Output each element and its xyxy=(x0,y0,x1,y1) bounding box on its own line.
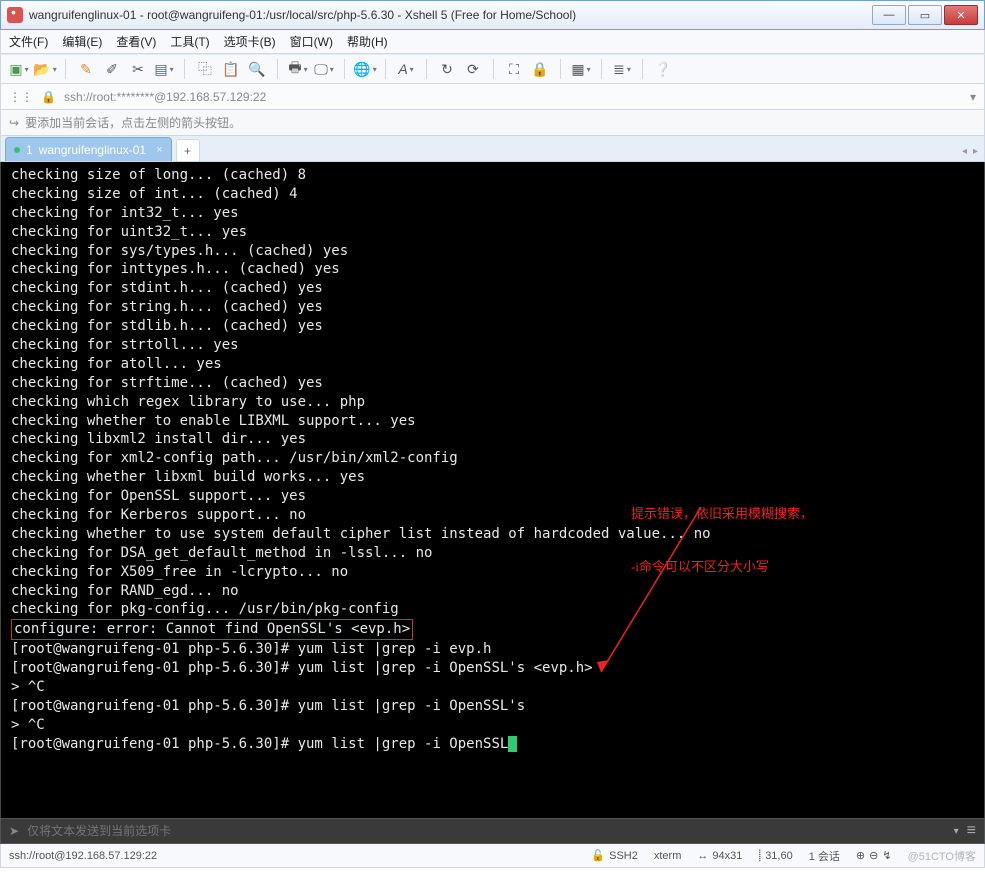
lock-icon: 🔒 xyxy=(41,90,56,104)
tab-next-icon[interactable]: ▸ xyxy=(973,146,978,157)
book-icon[interactable]: ▤ xyxy=(154,59,174,79)
separator xyxy=(65,59,66,79)
send-input[interactable] xyxy=(27,824,946,838)
tip-bar: ↪ 要添加当前会话，点击左侧的箭头按钮。 xyxy=(0,110,985,136)
dropdown-icon[interactable]: ▾ xyxy=(970,90,976,104)
status-size: 94x31 xyxy=(712,850,742,862)
annotation: 提示错误，依旧采用模糊搜索， -i命令可以不区分大小写 xyxy=(631,470,813,610)
lock-icon[interactable]: 🔒 xyxy=(530,59,550,79)
open-icon[interactable]: 📂 xyxy=(35,59,55,79)
break-2: > ^C xyxy=(11,717,45,733)
minimize-button[interactable]: — xyxy=(872,5,906,25)
window-titlebar: wangruifenglinux-01 - root@wangruifeng-0… xyxy=(0,0,985,30)
terminal-output[interactable]: checking size of long... (cached) 8 chec… xyxy=(0,162,985,818)
separator xyxy=(560,59,561,79)
tab-label: wangruifenglinux-01 xyxy=(39,143,146,157)
send-arrow-icon[interactable]: ➤ xyxy=(9,824,19,838)
brush-icon[interactable]: ✐ xyxy=(102,59,122,79)
separator xyxy=(642,59,643,79)
address-dots-icon[interactable]: ⋮⋮ xyxy=(9,90,33,104)
fullscreen-icon[interactable]: ⛶ xyxy=(504,59,524,79)
screen-icon[interactable]: 🖵 xyxy=(314,59,334,79)
status-pos: 31,60 xyxy=(765,850,793,862)
separator xyxy=(385,59,386,79)
grip-icon: ↯ xyxy=(882,849,891,862)
status-connection: ssh://root@192.168.57.129:22 xyxy=(9,850,575,862)
lock-icon: 🔓 xyxy=(591,849,605,862)
annotation-line2: -i命令可以不区分大小写 xyxy=(631,558,813,576)
toolbar: ▣ 📂 ✎ ✐ ✂ ▤ ⿻ 📋 🔍 🖶 🖵 🌐 A ↻ ⟳ ⛶ 🔒 ▦ ≣ ❔ xyxy=(0,54,985,84)
eraser-icon[interactable]: ✂ xyxy=(128,59,148,79)
separator xyxy=(184,59,185,79)
font-icon[interactable]: A xyxy=(396,59,416,79)
maximize-button[interactable]: ▭ xyxy=(908,5,942,25)
prompt-4: [root@wangruifeng-01 php-5.6.30]# yum li… xyxy=(11,736,508,752)
annotation-line1: 提示错误，依旧采用模糊搜索， xyxy=(631,505,813,523)
add-tab-button[interactable]: + xyxy=(176,139,200,161)
app-icon xyxy=(7,7,23,23)
pos-icon: ⸽ xyxy=(758,848,761,863)
print-icon[interactable]: 🖶 xyxy=(288,59,308,79)
menu-file[interactable]: 文件(F) xyxy=(9,33,48,50)
hamburger-icon[interactable]: ≡ xyxy=(967,822,976,840)
tab-index: 1 xyxy=(26,143,33,157)
size-icon: ↔ xyxy=(697,850,708,862)
menu-window[interactable]: 窗口(W) xyxy=(290,33,333,50)
break-1: > ^C xyxy=(11,679,45,695)
tab-close-icon[interactable]: × xyxy=(156,144,162,156)
up-icon[interactable]: ⊕ xyxy=(856,849,865,862)
menu-view[interactable]: 查看(V) xyxy=(116,33,156,50)
sync-icon[interactable]: ⟳ xyxy=(463,59,483,79)
cursor xyxy=(508,736,517,752)
session-tab[interactable]: 1 wangruifenglinux-01 × xyxy=(5,137,172,161)
status-protocol: SSH2 xyxy=(609,850,638,862)
prompt-1: [root@wangruifeng-01 php-5.6.30]# yum li… xyxy=(11,641,491,657)
separator xyxy=(277,59,278,79)
status-bar: ssh://root@192.168.57.129:22 🔓 SSH2 xterm… xyxy=(0,844,985,868)
help-icon[interactable]: ❔ xyxy=(653,59,673,79)
tab-prev-icon[interactable]: ◂ xyxy=(962,146,967,157)
tip-text: 要添加当前会话，点击左侧的箭头按钮。 xyxy=(25,114,241,131)
menu-bar: 文件(F) 编辑(E) 查看(V) 工具(T) 选项卡(B) 窗口(W) 帮助(… xyxy=(0,30,985,54)
send-input-bar: ➤ ▾ ≡ xyxy=(0,818,985,844)
status-dot-icon xyxy=(14,147,20,153)
new-session-icon[interactable]: ▣ xyxy=(9,59,29,79)
menu-help[interactable]: 帮助(H) xyxy=(347,33,388,50)
menu-tools[interactable]: 工具(T) xyxy=(170,33,209,50)
script-icon[interactable]: ≣ xyxy=(612,59,632,79)
down-icon[interactable]: ⊖ xyxy=(869,849,878,862)
separator xyxy=(601,59,602,79)
status-term: xterm xyxy=(654,850,682,862)
tip-arrow-icon[interactable]: ↪ xyxy=(9,116,19,130)
error-line: configure: error: Cannot find OpenSSL's … xyxy=(11,619,413,640)
prompt-3: [root@wangruifeng-01 php-5.6.30]# yum li… xyxy=(11,698,525,714)
menu-tabs[interactable]: 选项卡(B) xyxy=(224,33,276,50)
separator xyxy=(344,59,345,79)
refresh-icon[interactable]: ↻ xyxy=(437,59,457,79)
highlight-icon[interactable]: ✎ xyxy=(76,59,96,79)
paste-icon[interactable]: 📋 xyxy=(221,59,241,79)
address-input[interactable] xyxy=(64,90,962,104)
status-sessions: 1 会话 xyxy=(809,848,840,864)
menu-edit[interactable]: 编辑(E) xyxy=(62,33,102,50)
watermark: @51CTO博客 xyxy=(908,848,976,864)
tab-strip: 1 wangruifenglinux-01 × + ◂ ▸ xyxy=(0,136,985,162)
prompt-2: [root@wangruifeng-01 php-5.6.30]# yum li… xyxy=(11,660,593,676)
separator xyxy=(426,59,427,79)
dropdown-icon[interactable]: ▾ xyxy=(954,826,959,837)
window-title: wangruifenglinux-01 - root@wangruifeng-0… xyxy=(29,8,870,22)
search-icon[interactable]: 🔍 xyxy=(247,59,267,79)
address-bar: ⋮⋮ 🔒 ▾ xyxy=(0,84,985,110)
separator xyxy=(493,59,494,79)
globe-icon[interactable]: 🌐 xyxy=(355,59,375,79)
layout-icon[interactable]: ▦ xyxy=(571,59,591,79)
copy-icon[interactable]: ⿻ xyxy=(195,59,215,79)
close-button[interactable]: ✕ xyxy=(944,5,978,25)
